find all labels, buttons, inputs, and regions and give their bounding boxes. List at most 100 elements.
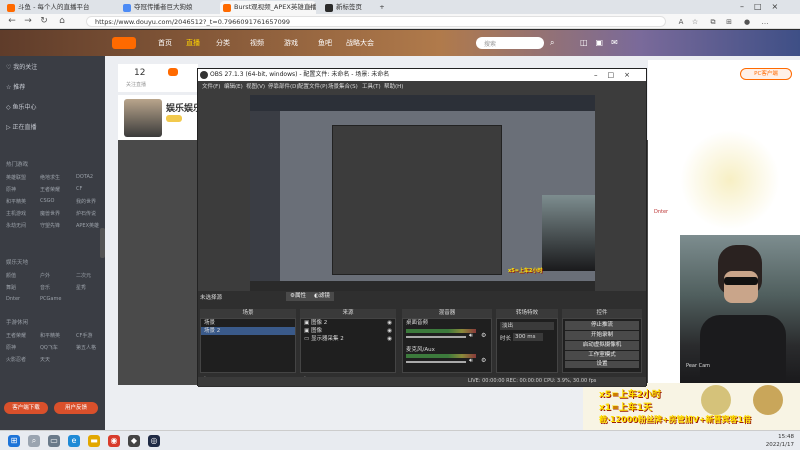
- transition-select[interactable]: 淡出: [500, 322, 554, 330]
- chrome-icon[interactable]: ◉: [108, 435, 120, 447]
- menu-help[interactable]: 帮助(H): [384, 82, 403, 90]
- home-icon[interactable]: ⌂: [56, 16, 68, 28]
- collapse-sidebar-handle[interactable]: [100, 228, 105, 258]
- gear-icon[interactable]: ⚙: [481, 332, 486, 339]
- properties-button[interactable]: ⚙属性: [286, 292, 310, 301]
- nav-game[interactable]: 游戏: [284, 38, 298, 48]
- profile-icon[interactable]: ●: [742, 17, 752, 27]
- favorite-star-icon[interactable]: ☆: [690, 17, 700, 27]
- sidebar-cat[interactable]: 和平精英: [40, 332, 60, 339]
- back-arrow-icon[interactable]: ←: [6, 16, 18, 28]
- menu-docks[interactable]: 停靠部件(D): [268, 82, 299, 90]
- feedback-button[interactable]: 用户反馈: [54, 402, 98, 414]
- source-item[interactable]: ▣ 图像 ◉: [301, 327, 395, 335]
- sidebar-cat[interactable]: Dnter: [6, 296, 20, 302]
- nav-yuba[interactable]: 鱼吧: [318, 38, 332, 48]
- sidebar-cat[interactable]: CF手游: [76, 332, 92, 339]
- sidebar-cat[interactable]: 王者荣耀: [40, 186, 60, 193]
- filters-button[interactable]: ◐滤镜: [310, 292, 334, 301]
- stop-streaming-button[interactable]: 停止推流: [565, 321, 639, 330]
- browser-tab-4[interactable]: 新标签页: [322, 1, 372, 14]
- speaker-icon[interactable]: 🔊︎: [469, 357, 473, 365]
- sidebar-cat[interactable]: 音乐: [40, 284, 50, 291]
- search-input[interactable]: 搜索: [476, 37, 544, 49]
- forward-arrow-icon[interactable]: →: [22, 16, 34, 28]
- sidebar-cat[interactable]: 王者荣耀: [6, 332, 26, 339]
- sidebar-cat[interactable]: CSGO: [40, 198, 54, 204]
- read-aloud-icon[interactable]: A: [676, 17, 686, 27]
- sidebar-item-follow[interactable]: ♡ 我的关注: [6, 62, 37, 71]
- obs-window-controls[interactable]: –□×: [594, 69, 640, 81]
- settings-dots-icon[interactable]: …: [760, 17, 770, 27]
- client-download-button[interactable]: 客户端下载: [4, 402, 48, 414]
- menu-scene-collection[interactable]: 场景集合(S): [328, 82, 358, 90]
- source-item[interactable]: ▣ 图像 2 ◉: [301, 319, 395, 327]
- header-icons[interactable]: ◫▣✉: [580, 38, 626, 47]
- edge-icon[interactable]: e: [68, 435, 80, 447]
- system-clock[interactable]: 15:48 2022/1/17: [766, 433, 794, 449]
- sidebar-cat[interactable]: 魔兽世界: [40, 210, 60, 217]
- extensions-icon[interactable]: ⊞: [724, 17, 734, 27]
- sidebar-item-fun-center[interactable]: ◇ 鱼乐中心: [6, 102, 37, 111]
- nav-home[interactable]: 首页: [158, 38, 172, 48]
- scene-item-selected[interactable]: 场景 2: [201, 327, 295, 335]
- sidebar-cat[interactable]: PCGame: [40, 296, 61, 302]
- sidebar-cat[interactable]: APEX英雄: [76, 222, 99, 229]
- menu-edit[interactable]: 编辑(E): [224, 82, 243, 90]
- sidebar-cat[interactable]: 炉石传说: [76, 210, 96, 217]
- close-tab-icon[interactable]: ×: [308, 1, 313, 14]
- collections-icon[interactable]: ⧉: [708, 17, 718, 27]
- sidebar-item-recommend[interactable]: ☆ 推荐: [6, 82, 25, 91]
- sidebar-cat[interactable]: DOTA2: [76, 174, 93, 180]
- browser-tab-3-active[interactable]: Burst观视频_APEX英雄直播_斗鱼直... ×: [220, 1, 316, 14]
- sidebar-cat[interactable]: 第五人格: [76, 344, 96, 351]
- sidebar-cat[interactable]: 颜值: [6, 272, 16, 279]
- sidebar-cat[interactable]: 星秀: [76, 284, 86, 291]
- sidebar-cat[interactable]: QQ飞车: [40, 344, 58, 351]
- settings-button[interactable]: 设置: [565, 361, 639, 368]
- search-icon[interactable]: ⌕: [550, 38, 554, 48]
- steam-icon[interactable]: ◎: [148, 435, 160, 447]
- nav-video[interactable]: 视频: [250, 38, 264, 48]
- sidebar-cat[interactable]: 主机游戏: [6, 210, 26, 217]
- window-controls[interactable]: –□×: [740, 2, 788, 11]
- new-tab-button[interactable]: +: [376, 1, 388, 14]
- url-field[interactable]: https://www.douyu.com/2046512?_t=0.79660…: [86, 16, 666, 27]
- sidebar-cat[interactable]: 原神: [6, 344, 16, 351]
- sidebar-cat[interactable]: 我的世界: [76, 198, 96, 205]
- browser-tab-2[interactable]: 夺冠传播者巨大狗娘: [120, 1, 214, 14]
- douyu-logo[interactable]: [112, 37, 136, 49]
- scene-item[interactable]: 场景: [201, 319, 295, 327]
- refresh-icon[interactable]: ↻: [38, 16, 50, 28]
- eye-icon[interactable]: ◉: [387, 319, 395, 327]
- search-icon[interactable]: ⌕: [28, 435, 40, 447]
- nav-live[interactable]: 直播: [186, 38, 200, 48]
- sidebar-cat[interactable]: 绝地求生: [40, 174, 60, 181]
- volume-slider[interactable]: [406, 361, 466, 363]
- app-icon[interactable]: ◆: [128, 435, 140, 447]
- nav-strategy[interactable]: 战略大会: [346, 38, 374, 48]
- windows-icon[interactable]: ⊞: [8, 435, 20, 447]
- sidebar-cat[interactable]: 守望先锋: [40, 222, 60, 229]
- sidebar-cat[interactable]: 永劫无间: [6, 222, 26, 229]
- sidebar-cat[interactable]: 天天: [40, 356, 50, 363]
- menu-view[interactable]: 视图(V): [246, 82, 265, 90]
- sidebar-cat[interactable]: 二次元: [76, 272, 91, 279]
- studio-mode-button[interactable]: 工作室模式: [565, 351, 639, 360]
- streamer-avatar[interactable]: [124, 99, 162, 137]
- gear-icon[interactable]: ⚙: [481, 357, 486, 364]
- eye-icon[interactable]: ◉: [387, 327, 395, 335]
- sidebar-item-live[interactable]: ▷ 正在直播: [6, 122, 37, 131]
- sidebar-cat[interactable]: 原神: [6, 186, 16, 193]
- duration-input[interactable]: 300 ms: [513, 333, 543, 341]
- sidebar-cat[interactable]: 和平精英: [6, 198, 26, 205]
- sidebar-cat[interactable]: 户外: [40, 272, 50, 279]
- menu-profile[interactable]: 配置文件(P): [298, 82, 328, 90]
- sidebar-cat[interactable]: 英雄联盟: [6, 174, 26, 181]
- start-recording-button[interactable]: 开始录制: [565, 331, 639, 340]
- source-item[interactable]: ▭ 显示器采集 2 ◉: [301, 335, 395, 343]
- sidebar-cat[interactable]: CF: [76, 186, 82, 192]
- sidebar-cat[interactable]: 火影忍者: [6, 356, 26, 363]
- pc-client-button[interactable]: PC客户端: [740, 68, 792, 80]
- start-virtual-camera-button[interactable]: 启动虚拟摄像机: [565, 341, 639, 350]
